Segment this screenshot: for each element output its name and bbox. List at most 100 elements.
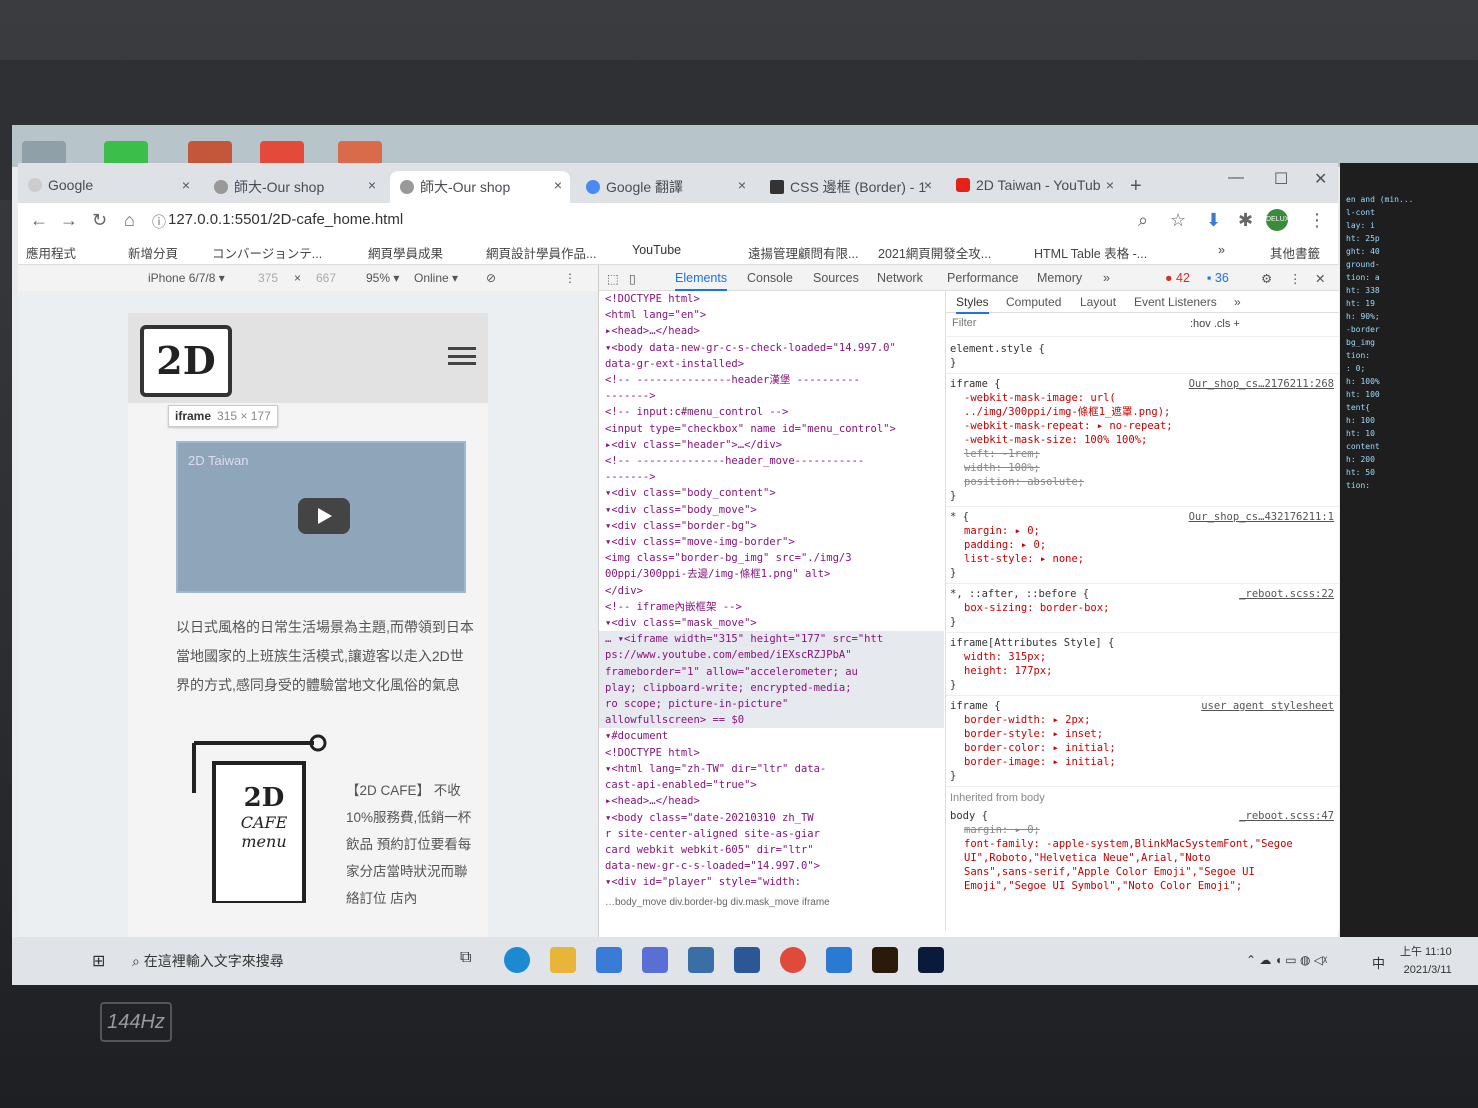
bookmark-student-results[interactable]: 網頁學員成果: [368, 243, 443, 262]
close-icon[interactable]: ×: [368, 177, 376, 193]
tab-google[interactable]: Google ×: [18, 171, 198, 203]
tab-our-shop-active[interactable]: 師大-Our shop ×: [390, 171, 570, 203]
tab-computed[interactable]: Computed: [1006, 295, 1061, 309]
tab-our-shop-1[interactable]: 師大-Our shop ×: [204, 171, 384, 203]
dom-node-line[interactable]: play; clipboard-write; encrypted-media;: [599, 679, 944, 697]
styles-filter-input[interactable]: [952, 317, 1152, 329]
dom-node-line[interactable]: … ▾<iframe width="315" height="177" src=…: [599, 631, 944, 648]
info-icon[interactable]: ⓘ: [152, 212, 166, 232]
dom-node-line[interactable]: allowfullscreen> == $0: [599, 712, 944, 729]
close-window-icon[interactable]: ✕: [1314, 169, 1327, 189]
tab-css-border[interactable]: CSS 邊框 (Border) - 1 ×: [760, 171, 940, 203]
dom-node-line[interactable]: <!-- --------------header_move----------…: [599, 453, 944, 469]
dom-node-line[interactable]: r site-center-aligned site-as-giar: [599, 826, 944, 842]
close-icon[interactable]: ×: [1106, 177, 1114, 193]
css-property[interactable]: ../img/300ppi/img-條框1_遮罩.png);: [946, 405, 1339, 419]
tab-console[interactable]: Console: [747, 271, 793, 285]
tab-network[interactable]: Network: [877, 271, 923, 285]
settings-gear-icon[interactable]: ⚙: [1261, 271, 1272, 286]
dom-node-line[interactable]: ▾<div class="mask_move">: [599, 615, 944, 631]
home-icon[interactable]: ⌂: [124, 210, 135, 231]
mail-icon[interactable]: [596, 947, 622, 973]
rule-selector[interactable]: * {: [950, 511, 969, 523]
css-property[interactable]: border-width: ▸ 2px;: [946, 713, 1339, 727]
tab-event-listeners[interactable]: Event Listeners: [1134, 295, 1217, 309]
css-property[interactable]: width: 100%;: [946, 461, 1339, 475]
dom-node-line[interactable]: ▾<html lang="zh-TW" dir="ltr" data-: [599, 761, 944, 777]
css-property[interactable]: Emoji","Segoe UI Symbol","Noto Color Emo…: [946, 879, 1339, 893]
dom-node-line[interactable]: <!DOCTYPE html>: [599, 745, 944, 761]
device-height-input[interactable]: 667: [316, 271, 336, 285]
close-icon[interactable]: ×: [554, 177, 562, 193]
tab-youtube[interactable]: 2D Taiwan - YouTub ×: [946, 171, 1122, 203]
dom-node-line[interactable]: ▾<div class="body_content">: [599, 485, 944, 501]
css-property[interactable]: border-image: ▸ initial;: [946, 755, 1339, 769]
dom-node-line[interactable]: ▾<div class="move-img-border">: [599, 534, 944, 550]
css-property[interactable]: width: 315px;: [946, 650, 1339, 664]
close-icon[interactable]: ×: [738, 177, 746, 193]
rule-source-link[interactable]: user agent stylesheet: [1201, 699, 1339, 713]
download-extension-icon[interactable]: ⬇: [1206, 210, 1221, 231]
tab-sources[interactable]: Sources: [813, 271, 859, 285]
rule-source-link[interactable]: _reboot.scss:47: [1239, 809, 1339, 823]
rotate-icon[interactable]: ⊘: [486, 271, 496, 285]
dom-node-line[interactable]: <!DOCTYPE html>: [599, 291, 944, 307]
css-property[interactable]: font-family: -apple-system,BlinkMacSyste…: [946, 837, 1339, 851]
error-count[interactable]: ● 42: [1165, 271, 1190, 285]
tray-icons[interactable]: ⌃ ☁ ◖ ▭ ◍ ◁ᵡ: [1246, 953, 1327, 967]
hamburger-menu-icon[interactable]: [448, 347, 476, 365]
bookmark-conversion[interactable]: コンバージョンテ...: [212, 243, 322, 262]
device-toggle-icon[interactable]: ▯: [629, 271, 636, 286]
task-view-icon[interactable]: ⧉: [460, 949, 471, 967]
css-property[interactable]: -webkit-mask-image: url(: [946, 391, 1339, 405]
edge-icon[interactable]: [504, 947, 530, 973]
warning-count[interactable]: ▪ 36: [1207, 271, 1229, 285]
rule-source-link[interactable]: Our_shop_cs…432176211:1: [1189, 510, 1339, 524]
dom-node-line[interactable]: <img class="border-bg_img" src="./img/3: [599, 550, 944, 566]
url-field[interactable]: 127.0.0.1:5501/2D-cafe_home.html: [168, 211, 403, 228]
file-explorer-icon[interactable]: [550, 947, 576, 973]
extensions-icon[interactable]: ✱: [1238, 210, 1253, 231]
back-icon[interactable]: ←: [30, 210, 48, 231]
illustrator-icon[interactable]: [872, 947, 898, 973]
dom-node-line[interactable]: <!-- iframe內嵌框架 -->: [599, 599, 944, 615]
bookmark-web-dev-2021[interactable]: 2021網頁開發全攻...: [878, 243, 991, 262]
tab-styles[interactable]: Styles: [956, 295, 989, 314]
dom-node-line[interactable]: <!-- input:c#menu_control -->: [599, 404, 944, 420]
taskbar-search[interactable]: ⌕ 在這裡輸入文字來搜尋: [132, 951, 284, 971]
css-property[interactable]: padding: ▸ 0;: [946, 538, 1339, 552]
youtube-embed[interactable]: 2D Taiwan: [176, 441, 466, 593]
tab-memory[interactable]: Memory: [1037, 271, 1082, 285]
dom-node-line[interactable]: ▾<body class="date-20210310 zh_TW: [599, 810, 944, 826]
devtools-close-icon[interactable]: ✕: [1315, 271, 1325, 286]
dom-node-line[interactable]: data-gr-ext-installed>: [599, 356, 944, 372]
inspect-element-icon[interactable]: ⬚: [607, 271, 619, 286]
image-viewer-icon[interactable]: [688, 947, 714, 973]
dom-node-line[interactable]: <html lang="en">: [599, 307, 944, 323]
dom-node-line[interactable]: ▾<div class="body_move">: [599, 502, 944, 518]
rule-source-link[interactable]: Our_shop_cs…2176211:268: [1189, 377, 1339, 391]
site-logo[interactable]: 2D: [140, 325, 232, 397]
dom-node-line[interactable]: 00ppi/300ppi-去邊/img-條框1.png" alt>: [599, 566, 944, 582]
word-icon[interactable]: [734, 947, 760, 973]
dom-node-line[interactable]: ▾#document: [599, 728, 944, 744]
minimize-icon[interactable]: —: [1228, 169, 1244, 187]
maximize-icon[interactable]: ☐: [1274, 169, 1288, 189]
css-property[interactable]: -webkit-mask-size: 100% 100%;: [946, 433, 1339, 447]
photos-icon[interactable]: [642, 947, 668, 973]
dom-node-line[interactable]: <input type="checkbox" name id="menu_con…: [599, 421, 944, 437]
device-select[interactable]: iPhone 6/7/8 ▾: [148, 271, 225, 285]
profile-avatar[interactable]: DELUX: [1266, 209, 1289, 231]
dom-node-line[interactable]: card webkit webkit-605" dir="ltr": [599, 842, 944, 858]
close-icon[interactable]: ×: [182, 177, 190, 193]
dom-node-line[interactable]: cast-api-enabled="true">: [599, 777, 944, 793]
dom-node-line[interactable]: ------->: [599, 388, 944, 404]
device-menu-icon[interactable]: ⋮: [564, 271, 576, 285]
css-property[interactable]: position: absolute;: [946, 475, 1339, 489]
reload-icon[interactable]: ↻: [92, 210, 107, 231]
dom-node-line[interactable]: frameborder="1" allow="accelerometer; au: [599, 663, 944, 680]
tabs-overflow[interactable]: »: [1103, 271, 1110, 285]
chrome-icon[interactable]: [780, 947, 806, 973]
ime-indicator[interactable]: 中: [1372, 953, 1385, 972]
vscode-icon[interactable]: [826, 947, 852, 973]
